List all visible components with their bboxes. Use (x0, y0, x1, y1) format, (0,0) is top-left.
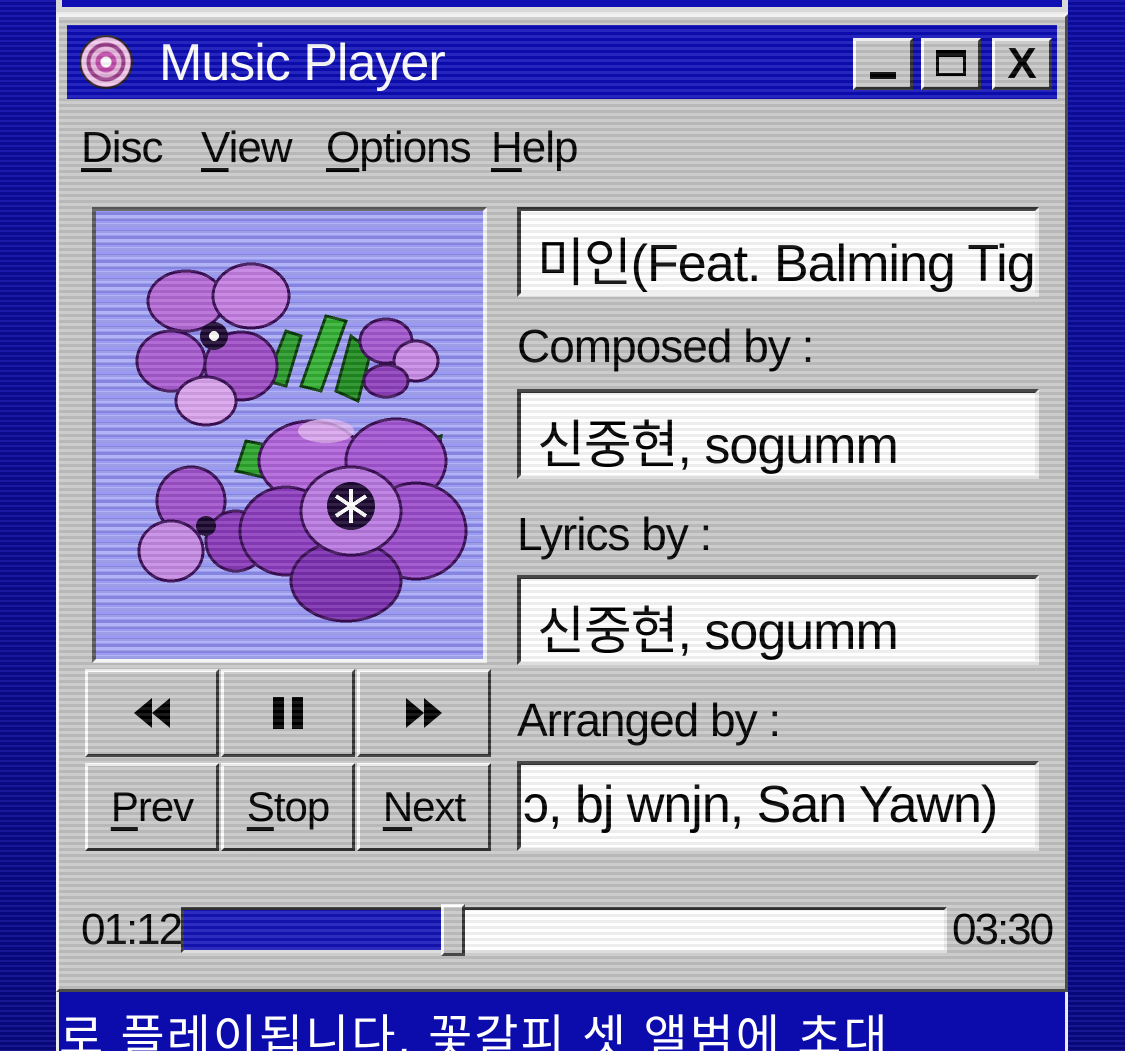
menu-options[interactable]: Options (326, 123, 472, 173)
prev-button[interactable]: Prev (85, 763, 219, 851)
track-title-text: 미인(Feat. Balming Tig (537, 235, 1035, 293)
maximize-icon (936, 50, 966, 76)
next-button[interactable]: Next (357, 763, 491, 851)
menu-help[interactable]: Help (491, 123, 578, 173)
close-icon: X (1007, 39, 1037, 88)
fast-forward-button[interactable] (357, 669, 491, 757)
stop-button[interactable]: Stop (221, 763, 355, 851)
lyrics-by-label: Lyrics by : (517, 508, 712, 560)
rewind-button[interactable] (85, 669, 219, 757)
ticker-text: 로 플레이됩니다. 꽃갈피 셋 앨범에 초대 (59, 1012, 890, 1051)
fast-forward-icon (406, 698, 442, 728)
lyrics-by-value: 신중현, sogumm (537, 603, 899, 661)
minimize-icon (870, 72, 896, 79)
music-player-window: Music Player X Disc View Options Help Pr… (56, 14, 1068, 992)
arranged-by-label: Arranged by : (517, 694, 781, 746)
seek-bar-fill (184, 910, 454, 950)
scrolling-ticker: 로 플레이됩니다. 꽃갈피 셋 앨범에 초대 (56, 992, 1068, 1051)
window-title: Music Player (159, 34, 446, 92)
composed-by-label: Composed by : (517, 320, 814, 372)
seek-bar-thumb[interactable] (441, 904, 466, 956)
elapsed-time: 01:12 (81, 905, 183, 954)
background-window-edge (56, 0, 1068, 15)
seek-bar[interactable] (181, 904, 947, 956)
rewind-icon (134, 698, 170, 728)
violet-flowers-image (135, 262, 468, 623)
arranged-by-field[interactable]: ɔ, bj wnjn, San Yawn) (517, 761, 1039, 851)
close-button[interactable]: X (992, 38, 1052, 90)
pause-icon (273, 697, 303, 729)
album-art (92, 207, 487, 663)
track-title-field[interactable]: 미인(Feat. Balming Tig (517, 207, 1039, 297)
pause-button[interactable] (221, 669, 355, 757)
minimize-button[interactable] (853, 38, 913, 90)
cd-disc-icon (79, 35, 133, 89)
lyrics-by-field[interactable]: 신중현, sogumm (517, 575, 1039, 665)
composed-by-field[interactable]: 신중현, sogumm (517, 389, 1039, 479)
composed-by-value: 신중현, sogumm (537, 417, 899, 475)
arranged-by-value: ɔ, bj wnjn, San Yawn) (523, 776, 998, 834)
menu-view[interactable]: View (201, 123, 293, 173)
menu-disc[interactable]: Disc (81, 123, 164, 173)
maximize-button[interactable] (921, 38, 981, 90)
title-bar[interactable]: Music Player X (67, 25, 1057, 99)
total-time: 03:30 (952, 905, 1054, 954)
